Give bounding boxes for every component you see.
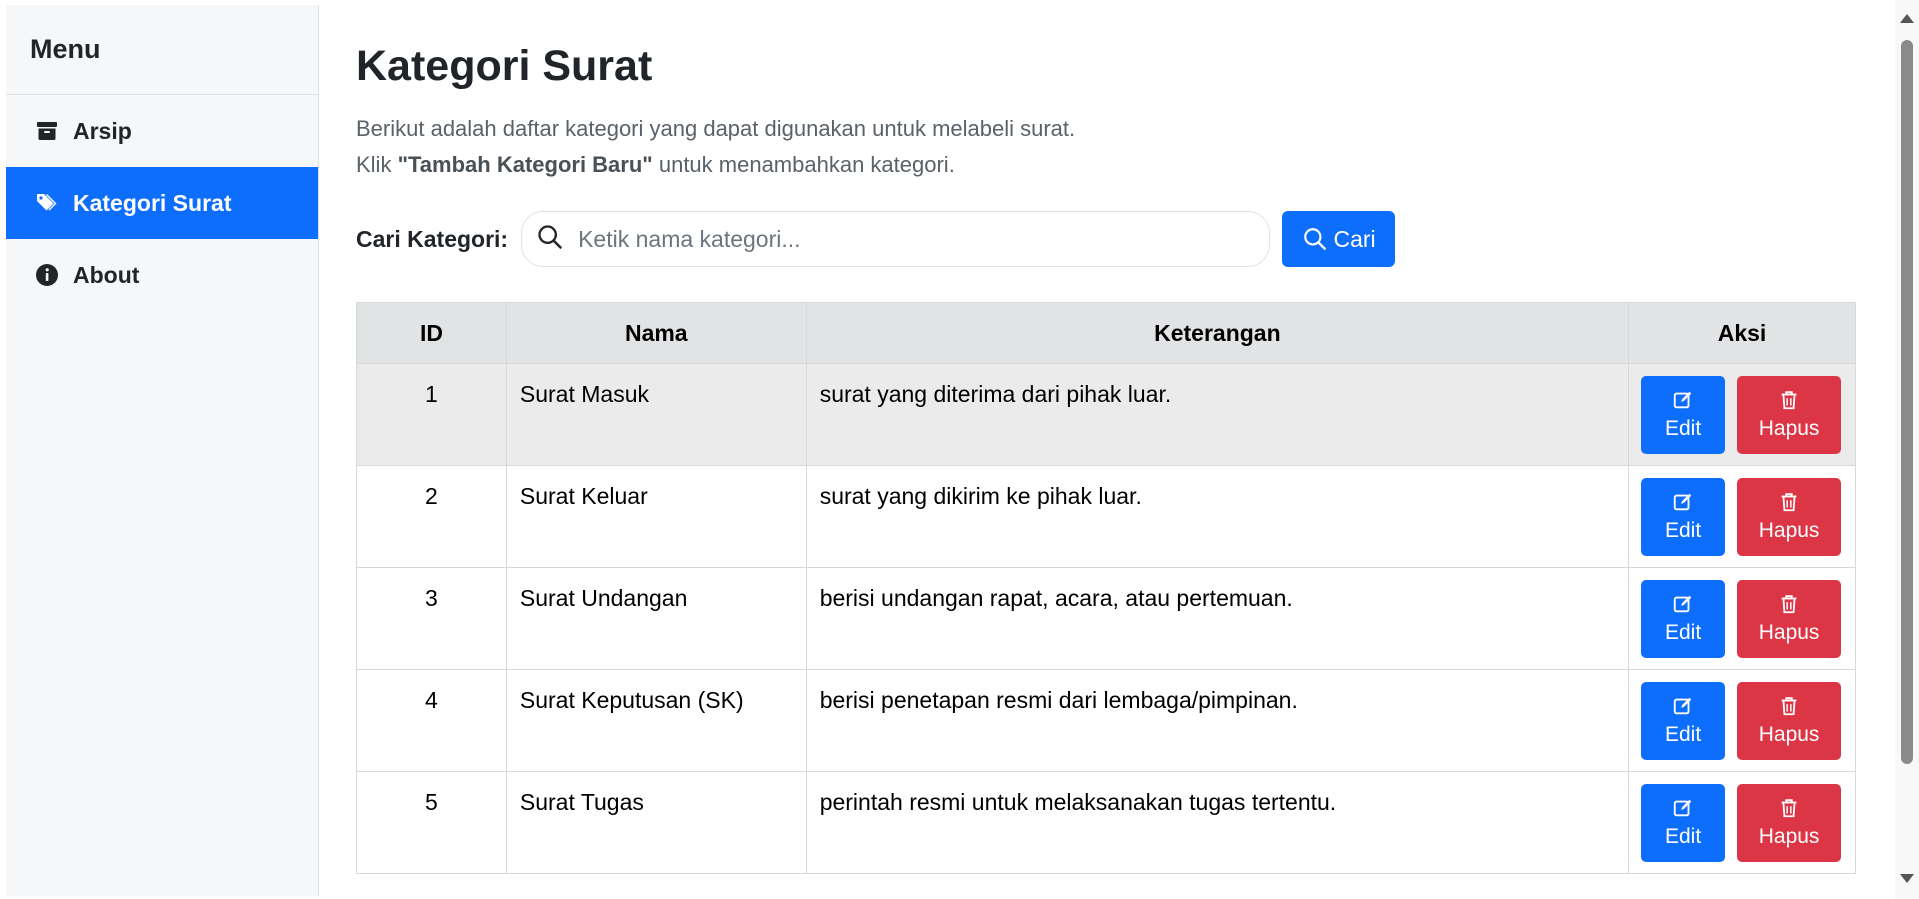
cell-id: 2: [356, 465, 507, 568]
cell-aksi: Edit Hapus: [1628, 669, 1856, 772]
cell-keterangan: perintah resmi untuk melaksanakan tugas …: [805, 771, 1630, 874]
cell-nama: Surat Undangan: [505, 567, 807, 670]
sidebar-header: Menu: [6, 5, 318, 95]
edit-label: Edit: [1664, 519, 1702, 542]
edit-button[interactable]: Edit: [1641, 580, 1726, 658]
search-icon: [1303, 228, 1326, 250]
cell-nama: Surat Masuk: [505, 363, 807, 466]
edit-icon: [1673, 799, 1692, 817]
table-row: 4 Surat Keputusan (SK) berisi penetapan …: [356, 669, 1856, 772]
edit-icon: [1673, 391, 1692, 409]
search-button-label: Cari: [1333, 225, 1376, 252]
cell-id: 1: [356, 363, 507, 466]
edit-label: Edit: [1664, 825, 1702, 848]
trash-icon: [1781, 799, 1797, 818]
search-box[interactable]: [521, 211, 1271, 267]
search-button[interactable]: Cari: [1282, 211, 1396, 267]
trash-icon: [1781, 493, 1797, 512]
description-line-1: Berikut adalah daftar kategori yang dapa…: [356, 116, 1076, 141]
edit-button[interactable]: Edit: [1641, 682, 1726, 760]
cell-keterangan: surat yang diterima dari pihak luar.: [805, 363, 1630, 466]
cell-id: 3: [356, 567, 507, 670]
search-row: Cari Kategori: Cari: [356, 211, 1406, 267]
search-input[interactable]: [578, 225, 1239, 253]
description-suffix: untuk menambahkan kategori.: [652, 152, 955, 177]
cell-keterangan: berisi undangan rapat, acara, atau perte…: [805, 567, 1630, 670]
delete-label: Hapus: [1758, 723, 1820, 746]
sidebar-item-about[interactable]: About: [6, 239, 318, 311]
delete-label: Hapus: [1758, 825, 1820, 848]
delete-label: Hapus: [1758, 417, 1820, 440]
info-icon: [35, 263, 59, 287]
table-row: 2 Surat Keluar surat yang dikirim ke pih…: [356, 465, 1856, 568]
cell-nama: Surat Tugas: [505, 771, 807, 874]
table-row: 1 Surat Masuk surat yang diterima dari p…: [356, 363, 1856, 466]
delete-button[interactable]: Hapus: [1737, 784, 1842, 862]
sidebar-item-label: Kategori Surat: [73, 189, 232, 216]
description-bold: "Tambah Kategori Baru": [397, 152, 653, 177]
page-description: Berikut adalah daftar kategori yang dapa…: [356, 111, 1075, 183]
archive-icon: [35, 119, 59, 143]
edit-label: Edit: [1664, 417, 1702, 440]
cell-aksi: Edit Hapus: [1628, 363, 1856, 466]
sidebar-item-arsip[interactable]: Arsip: [6, 95, 318, 167]
page-title: Kategori Surat: [356, 42, 653, 90]
edit-icon: [1673, 493, 1692, 511]
tags-icon: [35, 191, 59, 215]
edit-label: Edit: [1664, 621, 1702, 644]
table-row: 5 Surat Tugas perintah resmi untuk melak…: [356, 771, 1856, 874]
delete-button[interactable]: Hapus: [1737, 580, 1842, 658]
vertical-scrollbar[interactable]: [1895, 0, 1919, 899]
cell-id: 4: [356, 669, 507, 772]
search-icon: [536, 223, 564, 256]
sidebar: Menu Arsip Kategori Surat About: [6, 5, 319, 896]
trash-icon: [1781, 391, 1797, 410]
cell-nama: Surat Keputusan (SK): [505, 669, 807, 772]
edit-button[interactable]: Edit: [1641, 784, 1726, 862]
description-prefix: Klik: [356, 152, 398, 177]
delete-button[interactable]: Hapus: [1737, 682, 1842, 760]
cell-id: 5: [356, 771, 507, 874]
header-aksi: Aksi: [1628, 302, 1856, 364]
cell-aksi: Edit Hapus: [1628, 771, 1856, 874]
sidebar-item-kategori-surat[interactable]: Kategori Surat: [6, 167, 318, 239]
trash-icon: [1781, 595, 1797, 614]
cell-keterangan: surat yang dikirim ke pihak luar.: [805, 465, 1630, 568]
sidebar-item-label: About: [73, 261, 140, 288]
scroll-thumb[interactable]: [1901, 40, 1913, 764]
cell-nama: Surat Keluar: [505, 465, 807, 568]
header-nama: Nama: [505, 302, 807, 364]
delete-button[interactable]: Hapus: [1737, 376, 1842, 454]
table-header-row: ID Nama Keterangan Aksi: [356, 302, 1856, 364]
edit-label: Edit: [1664, 723, 1702, 746]
search-label: Cari Kategori:: [356, 225, 509, 252]
delete-button[interactable]: Hapus: [1737, 478, 1842, 556]
sidebar-item-label: Arsip: [73, 117, 132, 144]
edit-button[interactable]: Edit: [1641, 376, 1726, 454]
main-content: Kategori Surat Berikut adalah daftar kat…: [356, 5, 1856, 896]
sidebar-title: Menu: [30, 34, 101, 64]
edit-icon: [1673, 595, 1692, 613]
cell-aksi: Edit Hapus: [1628, 465, 1856, 568]
delete-label: Hapus: [1758, 621, 1820, 644]
scroll-down-arrow-icon[interactable]: [1900, 874, 1914, 883]
cell-keterangan: berisi penetapan resmi dari lembaga/pimp…: [805, 669, 1630, 772]
description-line-2: Klik "Tambah Kategori Baru" untuk menamb…: [356, 147, 1075, 183]
cell-aksi: Edit Hapus: [1628, 567, 1856, 670]
edit-icon: [1673, 697, 1692, 715]
header-keterangan: Keterangan: [805, 302, 1630, 364]
table-row: 3 Surat Undangan berisi undangan rapat, …: [356, 567, 1856, 670]
scroll-up-arrow-icon[interactable]: [1900, 14, 1914, 23]
header-id: ID: [356, 302, 507, 364]
category-table: ID Nama Keterangan Aksi 1 Surat Masuk su…: [356, 302, 1856, 874]
app-window: Menu Arsip Kategori Surat About Kategori…: [0, 0, 1919, 899]
delete-label: Hapus: [1758, 519, 1820, 542]
trash-icon: [1781, 697, 1797, 716]
edit-button[interactable]: Edit: [1641, 478, 1726, 556]
